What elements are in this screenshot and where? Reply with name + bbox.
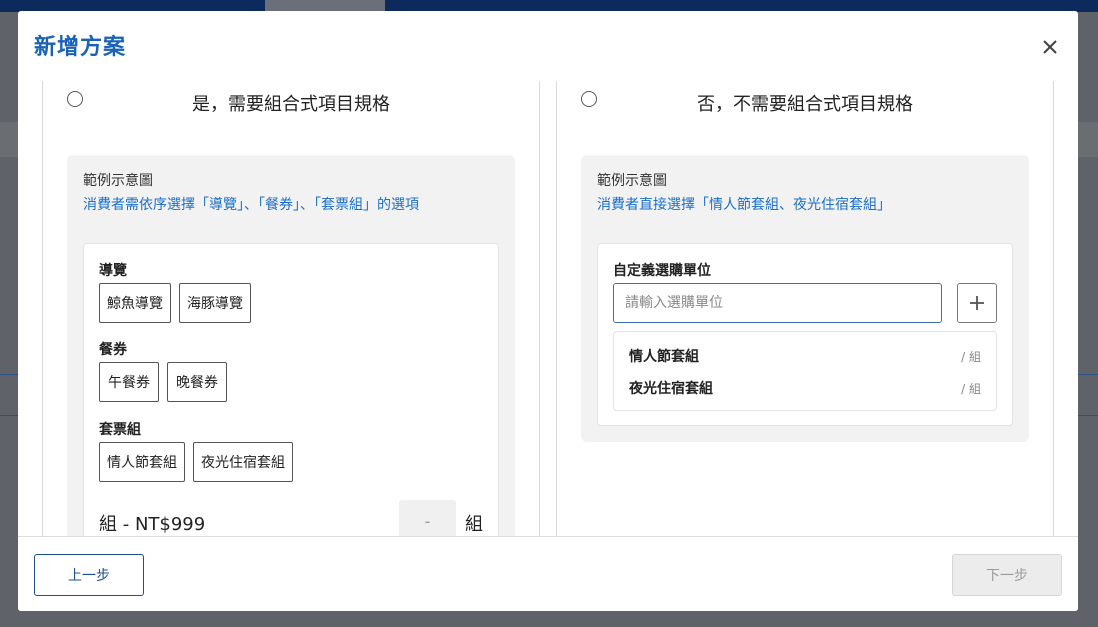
chip-whale-tour[interactable]: 鯨魚導覽 — [99, 283, 171, 323]
modal-header: 新增方案 — [18, 11, 1078, 81]
previous-step-button[interactable]: 上一步 — [34, 554, 144, 596]
example-preview: 導覽 鯨魚導覽 海豚導覽 餐券 午餐券 晚餐券 套票組 情人節套組 夜光住宿套組… — [83, 243, 499, 536]
custom-unit-title: 自定義選購單位 — [613, 263, 711, 279]
example-label: 範例示意圖 — [83, 173, 153, 189]
chip-dinner[interactable]: 晚餐券 — [167, 362, 227, 402]
add-unit-button[interactable] — [957, 283, 997, 323]
unit-name: 情人節套組 — [629, 349, 699, 365]
unit-name: 夜光住宿套組 — [629, 381, 713, 397]
unit-list: 情人節套組 / 組 夜光住宿套組 / 組 — [613, 331, 997, 411]
price-text: 組 - NT$999 — [99, 514, 206, 535]
example-preview: 自定義選購單位 情人節套組 / 組 夜 — [597, 243, 1013, 426]
option-title-no: 否，不需要組合式項目規格 — [697, 94, 913, 115]
close-button[interactable] — [1036, 33, 1064, 61]
example-box-yes: 範例示意圖 消費者需依序選擇「導覽」、「餐券」、「套票組」的選項 導覽 鯨魚導覽… — [67, 155, 515, 536]
plus-icon — [970, 296, 984, 310]
unit-label: 組 — [465, 514, 483, 535]
modal-body: 是，需要組合式項目規格 範例示意圖 消費者需依序選擇「導覽」、「餐券」、「套票組… — [18, 81, 1078, 536]
group-title-package: 套票組 — [99, 422, 141, 438]
example-description: 消費者需依序選擇「導覽」、「餐券」、「套票組」的選項 — [83, 197, 419, 213]
chip-valentine-set[interactable]: 情人節套組 — [99, 442, 185, 482]
close-icon — [1043, 40, 1057, 54]
next-step-button[interactable]: 下一步 — [952, 554, 1062, 596]
quantity-input[interactable]: - — [399, 500, 456, 536]
add-plan-modal: 新增方案 是，需要組合式項目規格 範例示意圖 消費者需依序選擇「導覽」、「餐券」… — [18, 11, 1078, 611]
modal-footer: 上一步 下一步 — [18, 536, 1078, 611]
group-title-meal: 餐券 — [99, 342, 127, 358]
unit-suffix: / 組 — [961, 350, 981, 364]
example-box-no: 範例示意圖 消費者直接選擇「情人節套組、夜光住宿套組」 自定義選購單位 情人節套… — [581, 155, 1029, 442]
chip-lunch[interactable]: 午餐券 — [99, 362, 159, 402]
chip-night-stay-set[interactable]: 夜光住宿套組 — [193, 442, 293, 482]
modal-title: 新增方案 — [34, 35, 127, 60]
option-title-yes: 是，需要組合式項目規格 — [192, 94, 390, 115]
example-label: 範例示意圖 — [597, 173, 667, 189]
example-description: 消費者直接選擇「情人節套組、夜光住宿套組」 — [597, 197, 891, 213]
unit-suffix: / 組 — [961, 382, 981, 396]
option-card-yes[interactable]: 是，需要組合式項目規格 範例示意圖 消費者需依序選擇「導覽」、「餐券」、「套票組… — [42, 81, 540, 536]
chip-dolphin-tour[interactable]: 海豚導覽 — [179, 283, 251, 323]
unit-list-item: 情人節套組 / 組 — [629, 344, 981, 368]
unit-list-item: 夜光住宿套組 / 組 — [629, 376, 981, 400]
group-title-tour: 導覽 — [99, 263, 127, 279]
unit-input[interactable] — [613, 283, 942, 323]
option-card-no[interactable]: 否，不需要組合式項目規格 範例示意圖 消費者直接選擇「情人節套組、夜光住宿套組」… — [556, 81, 1054, 536]
